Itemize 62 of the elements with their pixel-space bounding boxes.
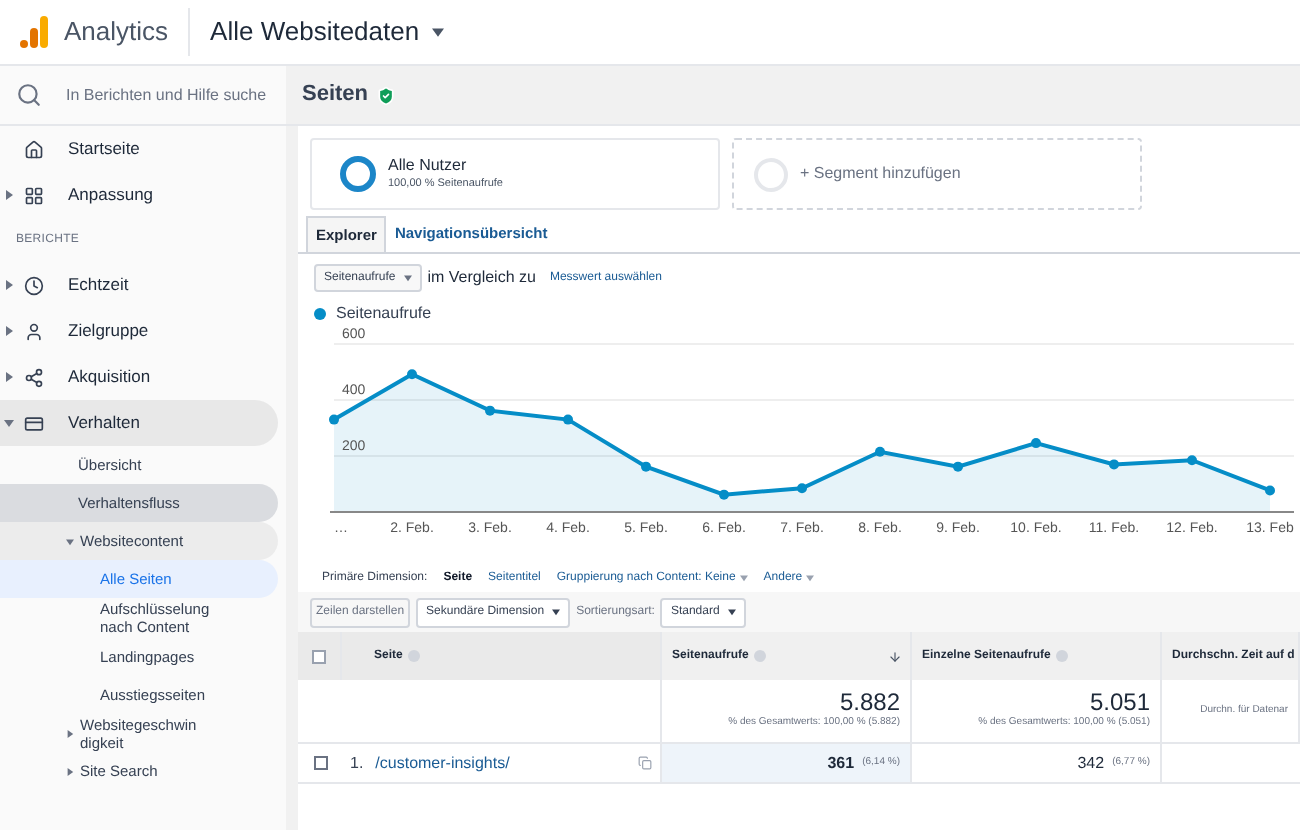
data-point bbox=[953, 461, 963, 472]
caret-icon bbox=[4, 326, 14, 336]
caret-icon bbox=[727, 608, 736, 616]
caret-icon bbox=[66, 767, 74, 775]
row-index: 1. bbox=[350, 751, 364, 775]
nav-item[interactable]: Echtzeit bbox=[0, 262, 278, 308]
page-title: Seiten bbox=[302, 80, 369, 111]
share-icon bbox=[24, 367, 44, 387]
data-point bbox=[407, 369, 417, 380]
caret-icon bbox=[403, 274, 412, 282]
data-point bbox=[875, 446, 885, 457]
caret-icon bbox=[739, 574, 748, 582]
nav-item[interactable]: Akquisition bbox=[0, 354, 278, 400]
help-icon bbox=[408, 650, 421, 662]
caret-icon bbox=[4, 190, 14, 200]
card-icon bbox=[24, 413, 44, 433]
nav-item[interactable]: Startseite bbox=[0, 126, 278, 172]
caret-icon bbox=[4, 372, 14, 382]
sort-arrow-icon bbox=[888, 649, 902, 663]
copy-icon[interactable] bbox=[638, 756, 652, 770]
caret-icon bbox=[4, 280, 14, 290]
grid-icon bbox=[24, 185, 44, 205]
compare-label: im Vergleich zu bbox=[427, 266, 536, 290]
nav-item[interactable]: Verhalten bbox=[0, 400, 278, 446]
product-name: Analytics bbox=[64, 14, 169, 51]
total-value: 5.882 bbox=[839, 690, 900, 717]
data-point bbox=[1031, 438, 1041, 449]
data-point bbox=[641, 461, 651, 472]
person-icon bbox=[24, 321, 44, 341]
view-selector[interactable]: Alle Websitedaten bbox=[210, 12, 444, 52]
clock-icon bbox=[24, 275, 44, 295]
analytics-logo-icon bbox=[20, 16, 48, 48]
caret-icon bbox=[806, 574, 815, 582]
checkbox[interactable] bbox=[312, 649, 326, 663]
legend-label: Seitenaufrufe bbox=[336, 302, 432, 326]
help-icon bbox=[1056, 650, 1069, 662]
caret-icon bbox=[66, 537, 74, 545]
caret-icon bbox=[552, 608, 561, 616]
search-icon bbox=[16, 82, 42, 108]
data-point bbox=[719, 489, 729, 500]
data-point bbox=[563, 414, 573, 425]
add-segment-button[interactable]: + Segment hinzufügen bbox=[732, 138, 1142, 210]
caret-icon bbox=[431, 26, 444, 38]
nav-item[interactable]: Zielgruppe bbox=[0, 308, 278, 354]
nav-item[interactable]: Anpassung bbox=[0, 172, 278, 218]
home-icon bbox=[24, 139, 44, 159]
data-point bbox=[329, 414, 339, 425]
data-point bbox=[1265, 485, 1275, 496]
row-checkbox[interactable] bbox=[313, 756, 327, 770]
data-point bbox=[797, 483, 807, 494]
data-point bbox=[1187, 455, 1197, 466]
segment-title: Alle Nutzer bbox=[388, 156, 469, 176]
data-point bbox=[485, 405, 495, 416]
search-field[interactable]: In Berichten und Hilfe suche bbox=[66, 83, 266, 107]
data-point bbox=[1109, 459, 1119, 470]
segment-ring-icon bbox=[340, 156, 376, 192]
help-icon bbox=[754, 650, 767, 662]
page-link[interactable]: /customer-insights/ bbox=[375, 751, 510, 775]
segment-ring-icon bbox=[754, 157, 788, 191]
caret-icon bbox=[4, 418, 14, 428]
total-value: 5.051 bbox=[1089, 690, 1150, 717]
caret-icon bbox=[66, 729, 74, 737]
